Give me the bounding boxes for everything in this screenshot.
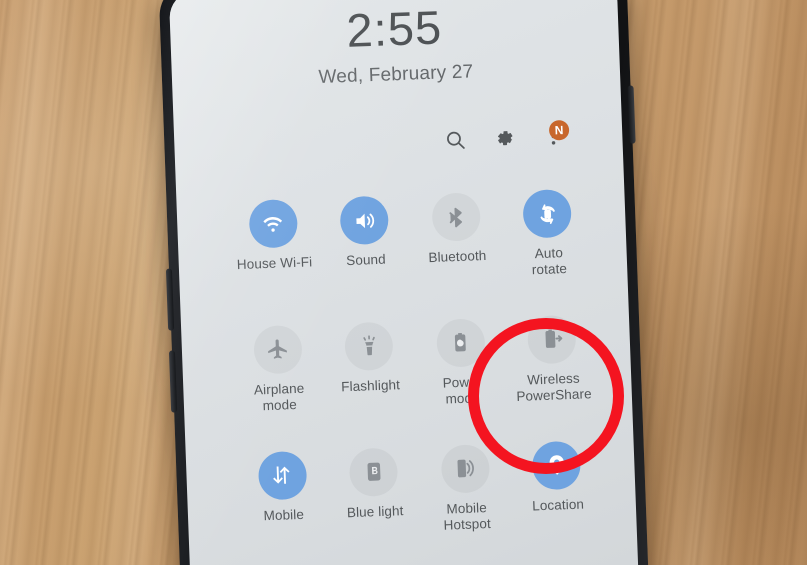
flashlight-icon bbox=[344, 321, 395, 372]
tile-label: Airplane mode bbox=[253, 380, 305, 414]
auto-rotate-icon bbox=[522, 188, 573, 239]
quick-settings-tiles-grid: House Wi-Fi Sound Bluetooth Auto rotate bbox=[226, 188, 604, 541]
notification-badge: N bbox=[548, 119, 570, 141]
clock-time: 2:55 bbox=[345, 0, 443, 57]
tile-label: Wireless PowerShare bbox=[516, 370, 592, 404]
tile-label: Flashlight bbox=[340, 377, 401, 395]
search-icon[interactable] bbox=[444, 129, 467, 152]
volume-up-button[interactable] bbox=[165, 268, 175, 331]
airplane-icon bbox=[252, 324, 303, 375]
tile-label: Power mode bbox=[442, 374, 482, 407]
tile-label: Blue light bbox=[346, 502, 404, 520]
tile-flashlight[interactable]: Flashlight bbox=[323, 320, 418, 411]
tile-label: Mobile Hotspot bbox=[443, 499, 492, 533]
power-mode-icon bbox=[435, 317, 486, 368]
mobile-data-icon bbox=[257, 450, 308, 501]
tile-house-wifi[interactable]: House Wi-Fi bbox=[226, 198, 321, 289]
tile-mobile-data[interactable]: Mobile bbox=[236, 450, 331, 541]
location-pin-icon bbox=[531, 440, 582, 491]
sound-icon bbox=[339, 195, 390, 246]
tile-bluetooth[interactable]: Bluetooth bbox=[409, 191, 504, 282]
more-options-icon[interactable]: N bbox=[542, 119, 570, 148]
tile-label: Auto rotate bbox=[531, 245, 568, 278]
gear-icon[interactable] bbox=[493, 127, 516, 150]
tile-wireless-powershare[interactable]: Wireless PowerShare bbox=[505, 314, 600, 405]
wifi-icon bbox=[248, 198, 298, 249]
tile-power-mode[interactable]: Power mode bbox=[414, 317, 509, 408]
clock-date: Wed, February 27 bbox=[318, 61, 474, 88]
tile-airplane-mode[interactable]: Airplane mode bbox=[231, 324, 326, 415]
tile-label: Bluetooth bbox=[428, 247, 487, 266]
quick-settings-header: N bbox=[444, 119, 570, 152]
tile-blue-light[interactable]: Blue light bbox=[327, 446, 422, 537]
bluetooth-icon bbox=[431, 192, 481, 242]
wireless-powershare-icon bbox=[527, 314, 577, 365]
tile-label: House Wi-Fi bbox=[236, 254, 313, 273]
volume-down-button[interactable] bbox=[168, 350, 178, 413]
smartphone-device: 2:55 Wed, February 27 N House Wi-Fi Soun… bbox=[158, 0, 650, 565]
tile-mobile-hotspot[interactable]: Mobile Hotspot bbox=[419, 443, 514, 534]
tile-label: Location bbox=[531, 496, 585, 514]
tile-auto-rotate[interactable]: Auto rotate bbox=[501, 188, 596, 279]
tile-sound[interactable]: Sound bbox=[318, 195, 413, 286]
tile-label: Mobile bbox=[263, 506, 305, 523]
tile-location[interactable]: Location bbox=[510, 440, 605, 531]
tile-label: Sound bbox=[345, 251, 387, 269]
mobile-hotspot-icon bbox=[440, 443, 491, 494]
lockscreen-clock: 2:55 Wed, February 27 bbox=[170, 0, 621, 94]
phone-screen[interactable]: 2:55 Wed, February 27 N House Wi-Fi Soun… bbox=[168, 0, 640, 565]
blue-light-icon bbox=[348, 447, 399, 497]
